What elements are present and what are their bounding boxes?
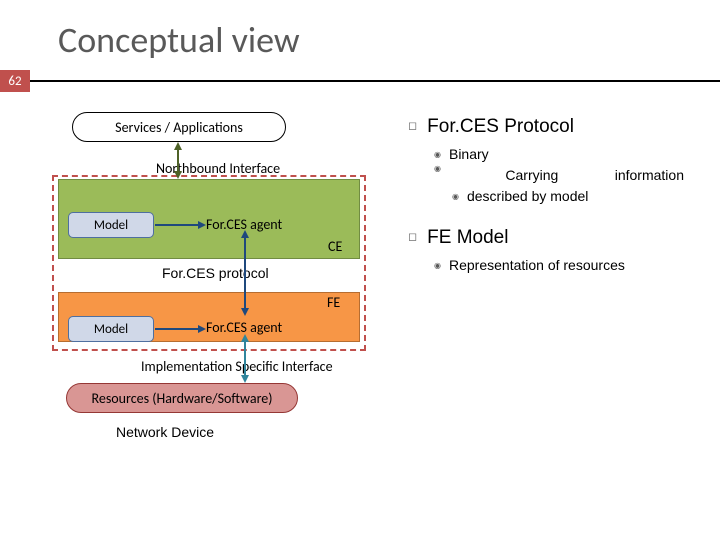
bullet-proto-carrying2: described by model — [452, 186, 703, 207]
resources-box: Resources (Hardware/Software) — [66, 383, 298, 413]
agent-label-ce: For.CES agent — [206, 216, 282, 233]
services-box: Services / Applications — [72, 112, 286, 142]
slide-title: Conceptual view — [0, 0, 720, 70]
bullet-protocol: For.CES Protocol — [408, 116, 703, 138]
bullet-femodel-rep: Representation of resources — [434, 255, 703, 276]
slide-body: Services / Applications Northbound Inter… — [0, 92, 720, 542]
model-box-ce: Model — [68, 212, 154, 238]
northbound-label: Northbound Interface — [156, 160, 280, 177]
model-box-fe: Model — [68, 316, 154, 342]
bullet-proto-binary: Binary — [434, 144, 703, 165]
protocol-label: For.CES protocol — [162, 265, 269, 281]
divider — [30, 80, 720, 82]
bullet-femodel: FE Model — [408, 227, 703, 249]
ce-label: CE — [328, 238, 342, 255]
agent-label-fe: For.CES agent — [206, 319, 282, 336]
device-label: Network Device — [116, 424, 214, 440]
bullet-proto-carrying: Carryinginformation — [434, 165, 684, 186]
bullet-panel: For.CES Protocol Binary Carryinginformat… — [408, 112, 703, 276]
header-rule: 62 — [0, 70, 720, 92]
fe-label: FE — [327, 294, 340, 311]
page-number: 62 — [0, 70, 30, 92]
impl-iface-label: Implementation Specific Interface — [141, 358, 333, 375]
